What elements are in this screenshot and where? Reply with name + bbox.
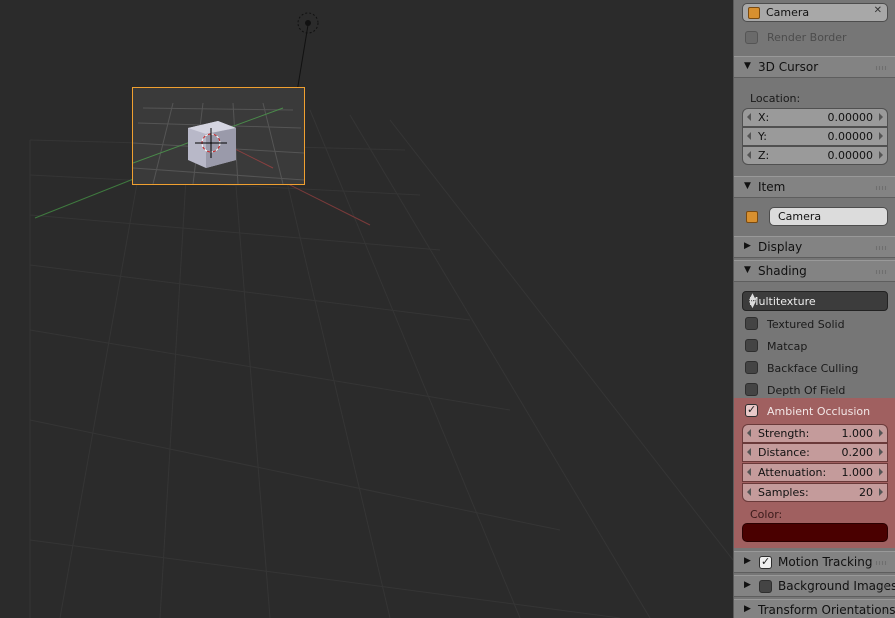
ao-samples-label: Samples: (758, 486, 809, 499)
panel-title-motion-tracking: Motion Tracking (778, 555, 873, 569)
panel-header-shading[interactable]: ▼ Shading (734, 260, 895, 282)
camera-preview (133, 102, 304, 184)
cursor-z-value: 0.00000 (827, 149, 874, 162)
panel-title-item: Item (758, 180, 786, 194)
object-cube-icon (746, 211, 758, 223)
drag-grip-icon[interactable] (875, 270, 888, 274)
ao-samples-field[interactable]: Samples: 20 (742, 483, 888, 502)
collapsed-triangle-icon: ▶ (744, 580, 751, 590)
drag-grip-icon[interactable] (875, 66, 888, 70)
cursor-y-field[interactable]: Y: 0.00000 (742, 127, 888, 146)
ambient-occlusion-checkbox[interactable] (745, 403, 758, 417)
cursor-z-label: Z: (758, 149, 770, 162)
collapsed-triangle-icon: ▶ (744, 556, 751, 566)
ambient-occlusion-label: Ambient Occlusion (767, 405, 871, 418)
expanded-triangle-icon: ▼ (744, 265, 751, 275)
ao-strength-label: Strength: (758, 427, 810, 440)
expanded-triangle-icon: ▼ (744, 181, 751, 191)
cursor-y-value: 0.00000 (827, 130, 874, 143)
backface-culling-label: Backface Culling (767, 362, 859, 375)
collapsed-triangle-icon: ▶ (744, 604, 751, 614)
drag-grip-icon[interactable] (875, 246, 888, 250)
cursor-x-field[interactable]: X: 0.00000 (742, 108, 888, 127)
cursor-z-field[interactable]: Z: 0.00000 (742, 146, 888, 165)
panel-header-motion-tracking[interactable]: ▶ Motion Tracking (734, 551, 895, 573)
properties-panel: Camera ✕ Render Border ▼ 3D Cursor Locat… (733, 0, 895, 618)
render-border-checkbox[interactable] (745, 31, 758, 44)
drag-grip-icon[interactable] (875, 186, 888, 190)
ao-distance-label: Distance: (758, 446, 810, 459)
cursor-y-label: Y: (758, 130, 767, 143)
textured-solid-label: Textured Solid (767, 318, 845, 331)
cursor-x-value: 0.00000 (827, 111, 874, 124)
decrement-arrow-icon[interactable] (747, 448, 751, 456)
location-label: Location: (750, 92, 801, 105)
camera-selector[interactable]: Camera ✕ (742, 3, 888, 22)
decrement-arrow-icon[interactable] (747, 132, 751, 140)
increment-arrow-icon[interactable] (879, 448, 883, 456)
3d-viewport[interactable] (0, 0, 733, 618)
increment-arrow-icon[interactable] (879, 429, 883, 437)
camera-selector-label: Camera (766, 6, 810, 19)
panel-header-transform-orientations[interactable]: ▶ Transform Orientations (734, 599, 895, 618)
drag-grip-icon[interactable] (875, 585, 888, 589)
drag-grip-icon[interactable] (875, 561, 888, 565)
increment-arrow-icon[interactable] (879, 151, 883, 159)
matcap-checkbox[interactable] (745, 339, 758, 352)
item-name-value: Camera (778, 210, 822, 223)
collapsed-triangle-icon: ▶ (744, 241, 751, 251)
decrement-arrow-icon[interactable] (747, 113, 751, 121)
item-name-input[interactable]: Camera (769, 207, 888, 226)
motion-tracking-checkbox[interactable] (759, 555, 772, 569)
panel-header-display[interactable]: ▶ Display (734, 236, 895, 258)
cursor-x-label: X: (758, 111, 770, 124)
decrement-arrow-icon[interactable] (747, 468, 751, 476)
ao-attenuation-label: Attenuation: (758, 466, 827, 479)
decrement-arrow-icon[interactable] (747, 429, 751, 437)
ao-attenuation-value: 1.000 (841, 466, 874, 479)
increment-arrow-icon[interactable] (879, 468, 883, 476)
ao-distance-value: 0.200 (841, 446, 874, 459)
increment-arrow-icon[interactable] (879, 113, 883, 121)
decrement-arrow-icon[interactable] (747, 151, 751, 159)
expanded-triangle-icon: ▼ (744, 61, 751, 71)
textured-solid-checkbox[interactable] (745, 317, 758, 330)
depth-of-field-checkbox[interactable] (745, 383, 758, 396)
increment-arrow-icon[interactable] (879, 488, 883, 496)
ao-samples-value: 20 (859, 486, 873, 499)
render-border-label: Render Border (767, 31, 847, 44)
panel-header-item[interactable]: ▼ Item (734, 176, 895, 198)
ao-color-label: Color: (750, 508, 783, 521)
camera-object-icon (748, 7, 760, 19)
backface-culling-checkbox[interactable] (745, 361, 758, 374)
depth-of-field-label: Depth Of Field (767, 384, 846, 397)
panel-title-shading: Shading (758, 264, 807, 278)
clear-icon[interactable]: ✕ (874, 5, 882, 16)
panel-title-display: Display (758, 240, 803, 254)
ao-attenuation-field[interactable]: Attenuation: 1.000 (742, 463, 888, 482)
drag-grip-icon[interactable] (875, 609, 888, 613)
updown-arrow-icon: ▲ ▼ (749, 292, 756, 310)
background-images-checkbox[interactable] (759, 580, 772, 593)
ao-distance-field[interactable]: Distance: 0.200 (742, 443, 888, 462)
camera-view-frame[interactable] (132, 87, 305, 185)
panel-title-3d-cursor: 3D Cursor (758, 60, 819, 74)
viewport-grid (29, 12, 733, 618)
decrement-arrow-icon[interactable] (747, 488, 751, 496)
increment-arrow-icon[interactable] (879, 132, 883, 140)
panel-header-3d-cursor[interactable]: ▼ 3D Cursor (734, 56, 895, 78)
ao-strength-value: 1.000 (841, 427, 874, 440)
ao-color-swatch[interactable] (742, 523, 888, 542)
ao-strength-field[interactable]: Strength: 1.000 (742, 424, 888, 443)
matcap-label: Matcap (767, 340, 808, 353)
shading-mode-select[interactable]: Multitexture ▲ ▼ (742, 291, 888, 311)
panel-header-background-images[interactable]: ▶ Background Images (734, 575, 895, 597)
